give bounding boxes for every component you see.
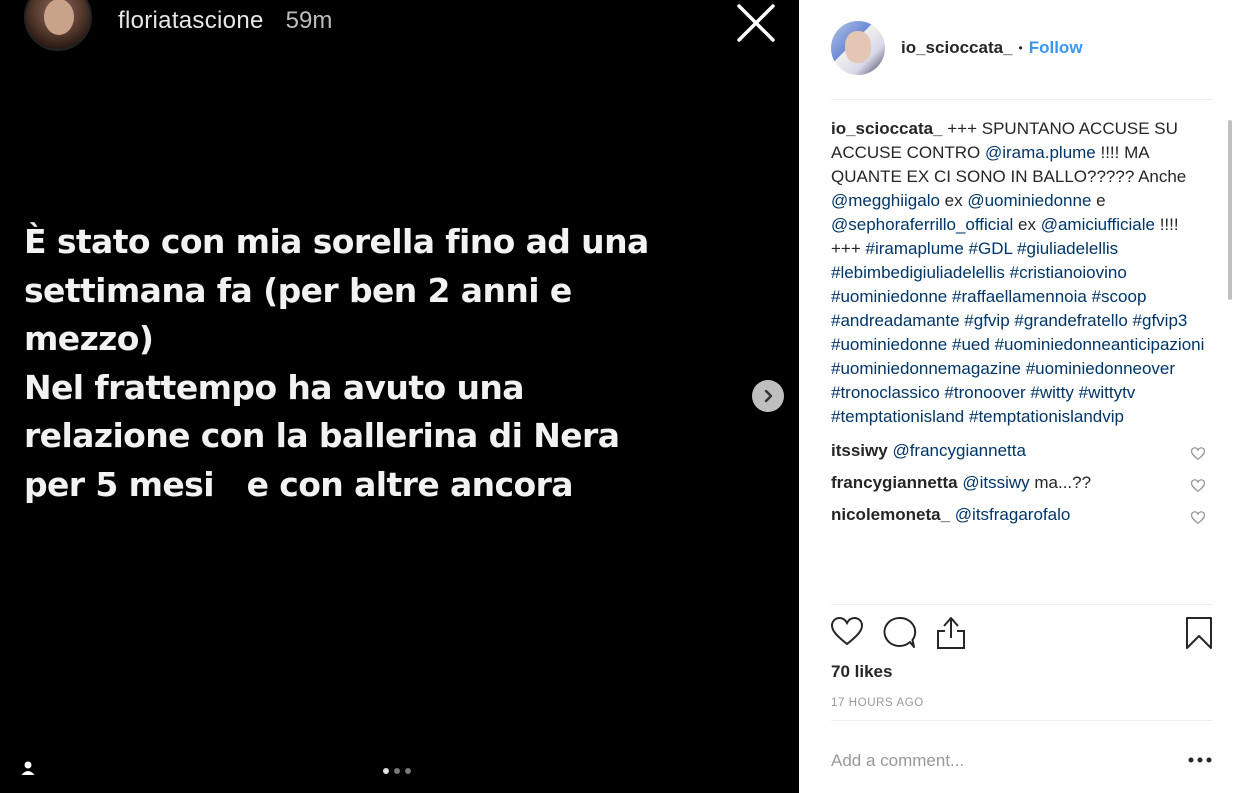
likes-count[interactable]: 70 likes xyxy=(831,662,892,682)
divider xyxy=(831,720,1213,721)
comments-section: io_scioccata_ +++ SPUNTANO ACCUSE SU ACC… xyxy=(831,117,1213,605)
story-media: floriatascione 59m È stato con mia sorel… xyxy=(0,0,799,793)
avatar[interactable] xyxy=(831,21,885,75)
mention-link[interactable]: @megghiigalo xyxy=(831,191,940,210)
action-bar xyxy=(830,616,1213,652)
more-icon[interactable] xyxy=(1187,752,1213,768)
heart-icon[interactable] xyxy=(830,616,864,650)
story-text-line: Nel frattempo ha avuto una xyxy=(24,367,525,407)
hashtag-link[interactable]: #andreadamante xyxy=(831,311,960,330)
mention-link[interactable]: @itssiwy xyxy=(962,473,1029,492)
caption-text: ex xyxy=(1013,215,1041,234)
caption: io_scioccata_ +++ SPUNTANO ACCUSE SU ACC… xyxy=(831,117,1213,429)
hashtag-link[interactable]: #wittytv xyxy=(1079,383,1136,402)
user-tag-icon[interactable] xyxy=(20,760,36,776)
hashtag-link[interactable]: #uominiedonneanticipazioni xyxy=(995,335,1205,354)
mention-link[interactable]: @uominiedonne xyxy=(967,191,1091,210)
caption-username[interactable]: io_scioccata_ xyxy=(831,119,943,138)
mention-link[interactable]: @francygiannetta xyxy=(892,441,1026,460)
hashtag-link[interactable]: #grandefratello xyxy=(1014,311,1127,330)
comment-like-icon[interactable] xyxy=(1190,476,1206,493)
carousel-dot[interactable] xyxy=(383,768,389,774)
post-username[interactable]: io_scioccata_ xyxy=(901,38,1013,58)
mention-link[interactable]: @sephoraferrillo_official xyxy=(831,215,1013,234)
comment-username[interactable]: itssiwy xyxy=(831,441,888,460)
comment-text: nicolemoneta_ @itsfragarofalo xyxy=(831,503,1070,527)
story-username[interactable]: floriatascione xyxy=(118,7,264,35)
story-text-line: mezzo) xyxy=(24,319,154,358)
story-text: È stato con mia sorella fino ad una setti… xyxy=(24,218,664,509)
divider xyxy=(831,604,1213,605)
comment-username[interactable]: francygiannetta xyxy=(831,473,958,492)
hashtag-link[interactable]: #raffaellamennoia xyxy=(952,287,1087,306)
carousel-dot[interactable] xyxy=(394,768,400,774)
hashtag-link[interactable]: #temptationisland xyxy=(831,407,964,426)
hashtag-link[interactable]: #tronoclassico xyxy=(831,383,940,402)
carousel-dot[interactable] xyxy=(405,768,411,774)
carousel-dots xyxy=(383,768,411,774)
hashtag-link[interactable]: #gfvip3 xyxy=(1133,311,1188,330)
story-text-line: È stato con mia sorella fino ad una xyxy=(24,222,649,261)
story-header: floriatascione 59m xyxy=(24,0,333,51)
share-icon[interactable] xyxy=(935,616,967,650)
comment-row: nicolemoneta_ @itsfragarofalo xyxy=(831,499,1213,531)
next-arrow-icon[interactable] xyxy=(752,380,784,412)
follow-button[interactable]: Follow xyxy=(1029,38,1083,58)
close-icon[interactable] xyxy=(736,3,776,43)
hashtag-link[interactable]: #uominiedonnemagazine xyxy=(831,359,1021,378)
bookmark-icon[interactable] xyxy=(1185,616,1217,650)
post-timestamp: 17 HOURS AGO xyxy=(831,697,924,709)
comment-username[interactable]: nicolemoneta_ xyxy=(831,505,950,524)
hashtag-link[interactable]: #tronoover xyxy=(944,383,1025,402)
hashtag-link[interactable]: #ued xyxy=(952,335,990,354)
story-avatar[interactable] xyxy=(24,0,92,51)
caption-text: e xyxy=(1091,191,1106,210)
divider xyxy=(831,99,1213,100)
hashtag-link[interactable]: #giuliadelellis xyxy=(1017,239,1118,258)
hashtag-link[interactable]: #GDL xyxy=(969,239,1013,258)
hashtag-link[interactable]: #uominiedonne xyxy=(831,335,947,354)
hashtag-link[interactable]: #temptationislandvip xyxy=(969,407,1124,426)
post-header: io_scioccata_ • Follow xyxy=(831,20,1083,76)
comment-list: itssiwy @francygiannetta francygiannetta … xyxy=(831,435,1213,531)
story-text-line: settimana fa (per ben 2 anni e xyxy=(24,270,572,310)
caption-text: ex xyxy=(939,191,968,210)
hashtag-link[interactable]: #cristianoiovino xyxy=(1010,263,1127,282)
story-text-line: per 5 mesi e con altre ancora xyxy=(24,464,574,504)
comment-text: francygiannetta @itssiwy ma...?? xyxy=(831,471,1091,495)
comment-row: francygiannetta @itssiwy ma...?? xyxy=(831,467,1213,499)
mention-link[interactable]: @amiciufficiale xyxy=(1041,215,1155,234)
mention-link[interactable]: @itsfragarofalo xyxy=(955,505,1071,524)
hashtag-link[interactable]: #iramaplume xyxy=(866,239,964,258)
comment-like-icon[interactable] xyxy=(1190,444,1206,461)
story-text-line: relazione con la ballerina di Nera xyxy=(24,416,620,455)
comment-row: itssiwy @francygiannetta xyxy=(831,435,1213,467)
comment-text: itssiwy @francygiannetta xyxy=(831,439,1026,463)
hashtag-link[interactable]: #uominiedonne xyxy=(831,287,947,306)
scrollbar[interactable] xyxy=(1228,120,1232,300)
comment-like-icon[interactable] xyxy=(1190,508,1206,525)
comment-input[interactable] xyxy=(831,748,1171,774)
hashtag-link[interactable]: #witty xyxy=(1030,383,1073,402)
mention-link[interactable]: @irama.plume xyxy=(985,143,1096,162)
comment-icon[interactable] xyxy=(883,616,917,650)
comment-body: ma...?? xyxy=(1029,473,1092,492)
separator-dot: • xyxy=(1018,41,1023,55)
post-sidebar: io_scioccata_ • Follow io_scioccata_ +++… xyxy=(799,0,1233,793)
hashtag-link[interactable]: #gfvip xyxy=(964,311,1009,330)
hashtag-link[interactable]: #uominiedonneover xyxy=(1026,359,1175,378)
hashtag-link[interactable]: #scoop xyxy=(1092,287,1147,306)
hashtag-link[interactable]: #lebimbedigiuliadelellis xyxy=(831,263,1005,282)
story-time: 59m xyxy=(285,7,333,34)
